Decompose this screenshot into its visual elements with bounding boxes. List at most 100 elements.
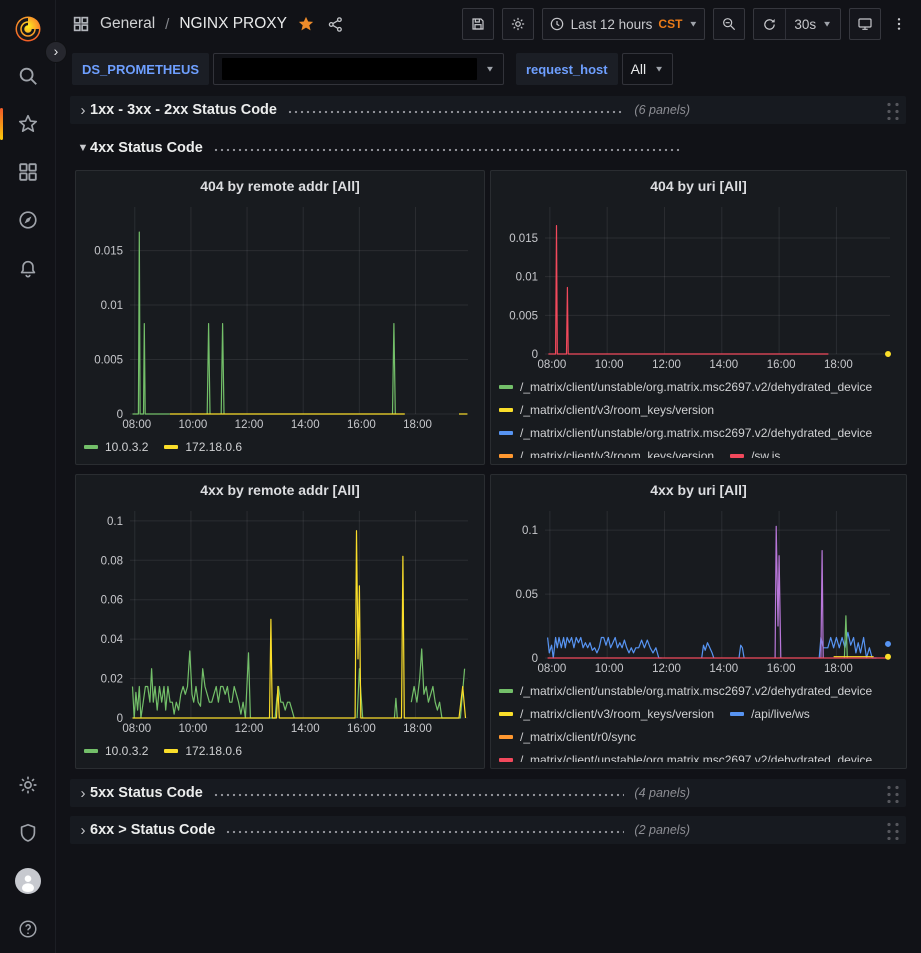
svg-text:0.1: 0.1 bbox=[107, 516, 123, 528]
row-1xx-3xx-2xx[interactable]: › 1xx - 3xx - 2xx Status Code (6 panels) bbox=[70, 96, 906, 124]
sidebar-expand-button[interactable]: › bbox=[45, 41, 67, 63]
row-title[interactable]: 1xx - 3xx - 2xx Status Code bbox=[90, 102, 277, 118]
legend-series-label: /_matrix/client/unstable/org.matrix.msc2… bbox=[520, 684, 872, 698]
legend-item[interactable]: /api/live/ws bbox=[730, 703, 810, 724]
refresh-button[interactable] bbox=[754, 9, 785, 39]
row-drag-handle[interactable] bbox=[885, 820, 900, 840]
row-panel-count: (6 panels) bbox=[634, 103, 690, 117]
favorite-star-icon[interactable] bbox=[297, 15, 315, 33]
chart-4xx-by-remote-addr[interactable]: 00.020.040.060.080.108:0010:0012:0014:00… bbox=[84, 503, 476, 736]
chart-legend: 10.0.3.2 172.18.0.6 bbox=[84, 736, 476, 762]
svg-text:0.015: 0.015 bbox=[94, 246, 123, 258]
legend-item[interactable]: 172.18.0.6 bbox=[164, 436, 242, 457]
legend-item[interactable]: 10.0.3.2 bbox=[84, 436, 148, 457]
save-dashboard-button[interactable] bbox=[462, 8, 494, 40]
legend-item[interactable]: /_matrix/client/unstable/org.matrix.msc2… bbox=[499, 680, 872, 701]
search-icon bbox=[17, 65, 39, 87]
svg-text:10:00: 10:00 bbox=[595, 663, 624, 675]
svg-text:08:00: 08:00 bbox=[122, 723, 151, 735]
legend-item[interactable]: /sw.js bbox=[730, 445, 780, 458]
svg-text:12:00: 12:00 bbox=[235, 723, 264, 735]
panel-4xx-by-uri: 4xx by uri [All] 00.050.108:0010:0012:00… bbox=[490, 474, 907, 769]
breadcrumb-folder[interactable]: General bbox=[100, 15, 155, 33]
row-5xx[interactable]: › 5xx Status Code (4 panels) bbox=[70, 779, 906, 807]
share-icon[interactable] bbox=[327, 16, 344, 33]
datasource-variable-label: DS_PROMETHEUS bbox=[72, 53, 209, 85]
tv-mode-button[interactable] bbox=[849, 8, 881, 40]
legend-series-label: 10.0.3.2 bbox=[105, 440, 148, 454]
panel-title[interactable]: 4xx by remote addr [All] bbox=[84, 479, 476, 503]
legend-item[interactable]: /_matrix/client/v3/room_keys/version bbox=[499, 399, 714, 420]
svg-text:0.05: 0.05 bbox=[516, 589, 538, 601]
refresh-interval-value: 30s bbox=[794, 17, 816, 32]
sidebar-item-alerting[interactable] bbox=[0, 244, 56, 292]
star-icon bbox=[17, 113, 39, 135]
row-4xx[interactable]: ▼ 4xx Status Code bbox=[70, 136, 906, 160]
svg-text:0.015: 0.015 bbox=[509, 233, 538, 245]
legend-series-marker bbox=[499, 712, 513, 716]
svg-text:16:00: 16:00 bbox=[347, 419, 376, 431]
sidebar-item-help[interactable] bbox=[0, 905, 56, 953]
sidebar-item-explore[interactable] bbox=[0, 196, 56, 244]
svg-text:16:00: 16:00 bbox=[767, 359, 796, 371]
chart-404-by-uri[interactable]: 00.0050.010.01508:0010:0012:0014:0016:00… bbox=[499, 199, 898, 372]
legend-series-label: 10.0.3.2 bbox=[105, 744, 148, 758]
breadcrumb: General / NGINX PROXY bbox=[72, 15, 344, 33]
legend-series-marker bbox=[730, 454, 744, 458]
legend-item[interactable]: 10.0.3.2 bbox=[84, 740, 148, 761]
legend-series-label: /_matrix/client/unstable/org.matrix.msc2… bbox=[520, 753, 872, 763]
dashboard-title[interactable]: NGINX PROXY bbox=[179, 15, 287, 33]
more-options-button[interactable] bbox=[889, 8, 909, 40]
panel-title[interactable]: 404 by remote addr [All] bbox=[84, 175, 476, 199]
legend-item[interactable]: /_matrix/client/unstable/org.matrix.msc2… bbox=[499, 376, 872, 397]
svg-text:0.01: 0.01 bbox=[101, 300, 123, 312]
legend-item[interactable]: 172.18.0.6 bbox=[164, 740, 242, 761]
panel-title[interactable]: 4xx by uri [All] bbox=[499, 479, 898, 503]
sidebar-item-server-admin[interactable] bbox=[0, 809, 56, 857]
svg-text:08:00: 08:00 bbox=[537, 359, 566, 371]
legend-item[interactable]: /_matrix/client/unstable/org.matrix.msc2… bbox=[499, 422, 872, 443]
legend-series-marker bbox=[499, 408, 513, 412]
legend-series-label: /_matrix/client/v3/room_keys/version bbox=[520, 707, 714, 721]
row-title[interactable]: 6xx > Status Code bbox=[90, 822, 215, 838]
chart-404-by-remote-addr[interactable]: 00.0050.010.01508:0010:0012:0014:0016:00… bbox=[84, 199, 476, 432]
svg-text:0.1: 0.1 bbox=[522, 525, 538, 537]
row-title[interactable]: 4xx Status Code bbox=[90, 140, 203, 156]
chevron-down-icon: ▼ bbox=[822, 20, 832, 29]
legend-series-marker bbox=[499, 385, 513, 389]
sidebar-item-dashboards[interactable] bbox=[0, 148, 56, 196]
zoom-out-time-button[interactable] bbox=[713, 8, 745, 40]
row-title[interactable]: 5xx Status Code bbox=[90, 785, 203, 801]
chevron-down-icon: ▼ bbox=[654, 65, 664, 74]
panel-title[interactable]: 404 by uri [All] bbox=[499, 175, 898, 199]
datasource-variable-select[interactable]: ▼ bbox=[213, 53, 504, 85]
request-host-variable: request_host All ▼ bbox=[516, 53, 673, 85]
legend-series-label: 172.18.0.6 bbox=[185, 744, 242, 758]
svg-text:18:00: 18:00 bbox=[403, 419, 432, 431]
legend-series-label: /_matrix/client/unstable/org.matrix.msc2… bbox=[520, 380, 872, 394]
dashboard-settings-button[interactable] bbox=[502, 8, 534, 40]
legend-item[interactable]: /_matrix/client/r0/sync bbox=[499, 726, 636, 747]
svg-text:14:00: 14:00 bbox=[709, 359, 738, 371]
sidebar-item-configuration[interactable] bbox=[0, 761, 56, 809]
sidebar-item-starred[interactable] bbox=[0, 100, 56, 148]
request-host-variable-select[interactable]: All ▼ bbox=[622, 53, 673, 85]
legend-item[interactable]: /_matrix/client/unstable/org.matrix.msc2… bbox=[499, 749, 872, 762]
legend-series-marker bbox=[499, 454, 513, 458]
refresh-interval-dropdown[interactable]: 30s ▼ bbox=[786, 9, 840, 39]
kebab-icon bbox=[891, 16, 907, 32]
row-6xx[interactable]: › 6xx > Status Code (2 panels) bbox=[70, 816, 906, 844]
svg-text:18:00: 18:00 bbox=[403, 723, 432, 735]
svg-text:14:00: 14:00 bbox=[291, 723, 320, 735]
row-drag-handle[interactable] bbox=[885, 783, 900, 803]
legend-series-label: 172.18.0.6 bbox=[185, 440, 242, 454]
legend-item[interactable]: /_matrix/client/v3/room_keys/version bbox=[499, 445, 714, 458]
dotted-leader bbox=[213, 144, 680, 156]
row-drag-handle[interactable] bbox=[885, 100, 900, 120]
sidebar-item-profile[interactable] bbox=[0, 857, 56, 905]
svg-text:10:00: 10:00 bbox=[595, 359, 624, 371]
time-range-picker[interactable]: Last 12 hours CST ▼ bbox=[542, 8, 706, 40]
chart-4xx-by-uri[interactable]: 00.050.108:0010:0012:0014:0016:0018:00 bbox=[499, 503, 898, 676]
panel-404-by-remote-addr: 404 by remote addr [All] 00.0050.010.015… bbox=[75, 170, 485, 465]
legend-item[interactable]: /_matrix/client/v3/room_keys/version bbox=[499, 703, 714, 724]
